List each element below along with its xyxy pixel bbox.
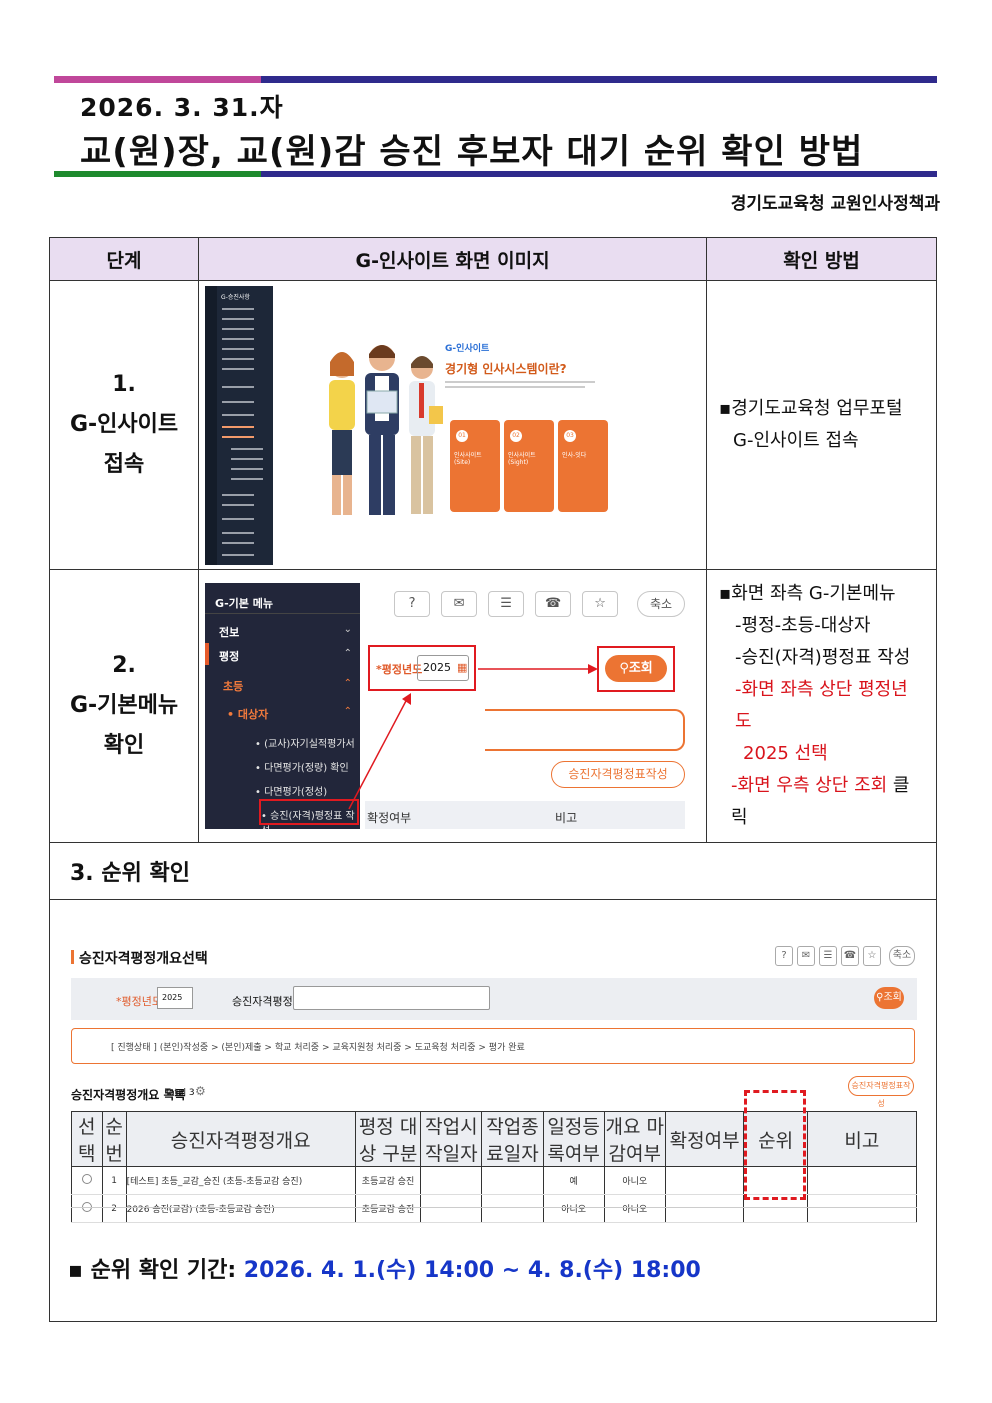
- top-rule: [54, 76, 937, 83]
- step2-screenshot: G-기본 메뉴 전보 ⌄ 평정 ⌃ 초등 ⌃ • 대상자 ⌃ • (교사)자기실적평가서…: [198, 569, 708, 843]
- column-header: 선택: [71, 1111, 103, 1167]
- column-header: 평정 대상 구분: [354, 1111, 422, 1167]
- calendar-icon: ▦: [457, 661, 468, 674]
- column-header: 일정등록여부: [542, 1111, 605, 1167]
- col-method: 확인 방법: [706, 237, 937, 281]
- basic-menu: G-기본 메뉴 전보 ⌄ 평정 ⌃ 초등 ⌃ • 대상자 ⌃ • (교사)자기실적평가서…: [205, 583, 361, 829]
- step2-label: 2. G-기본메뉴 확인: [48, 569, 200, 843]
- sidebar-menu: G-승진사항: [205, 285, 274, 565]
- page-title: 승진자격평정개요선택: [79, 951, 208, 967]
- row-radio[interactable]: [71, 1194, 103, 1223]
- phone-icon[interactable]: ☎: [535, 591, 572, 617]
- intro-panel: G-인사이트 경기형 인사시스템이란?: [445, 341, 615, 388]
- guide-table: 단계 G-인사이트 화면 이미지 확인 방법 1. G-인사이트 접속 G-승진…: [48, 237, 937, 1322]
- document-icon[interactable]: ☰: [819, 946, 837, 966]
- table-cell: 초등교감 승진: [354, 1194, 422, 1223]
- column-header: 작업종료일자: [481, 1111, 544, 1167]
- table-cell: [420, 1166, 483, 1195]
- table-cell: 초등교감 승진: [354, 1166, 422, 1195]
- search-button[interactable]: ⚲조회: [874, 987, 904, 1009]
- step1-screenshot: G-승진사항 G-인사이트 경기형 인사시스템이란? 01 인사사이트(Site…: [198, 280, 708, 570]
- phone-icon[interactable]: ☎: [841, 946, 859, 966]
- column-header: 순번: [101, 1111, 127, 1167]
- card-site: 01 인사사이트(Site): [450, 419, 501, 512]
- table-cell: 아니오: [603, 1166, 666, 1195]
- table-cell: 1: [101, 1166, 127, 1195]
- help-icon[interactable]: ?: [775, 946, 793, 966]
- card-sight: 02 인사사이트(Sight): [504, 419, 555, 512]
- step3-screenshot: 승진자격평정개요선택 ? ✉ ☰ ☎ ☆ 축소 *평정년도 2025 승진자격평…: [71, 924, 921, 1230]
- bottom-rule: [54, 171, 937, 177]
- rank-highlight: [744, 1090, 806, 1200]
- write-sheet-button[interactable]: 승진자격평정표작성: [848, 1076, 914, 1108]
- document-title: 교(원)장, 교(원)감 승진 후보자 대기 순위 확인 방법: [80, 132, 864, 172]
- department-name: 경기도교육청 교원인사정책과: [730, 194, 940, 214]
- document-icon[interactable]: ☰: [488, 591, 525, 617]
- star-icon[interactable]: ☆: [582, 591, 619, 617]
- people-illustration: [329, 344, 444, 515]
- column-header: 개요 마감여부: [603, 1111, 666, 1167]
- column-header: 승진자격평정개요: [125, 1111, 356, 1167]
- summary-input[interactable]: [293, 986, 490, 1010]
- star-icon[interactable]: ☆: [863, 946, 881, 966]
- table-cell: [테스트] 초등_교감_승진 (초등-초등교감 승진): [125, 1166, 356, 1195]
- row-radio[interactable]: [71, 1166, 103, 1195]
- chat-icon[interactable]: ✉: [797, 946, 815, 966]
- table-cell: [806, 1194, 918, 1223]
- table-cell: [664, 1194, 745, 1223]
- step1-label: 1. G-인사이트 접속: [48, 280, 200, 570]
- table-cell: [806, 1166, 918, 1195]
- col-image: G-인사이트 화면 이미지: [198, 237, 708, 281]
- table-cell: [420, 1194, 483, 1223]
- table-cell: 2026 승진(교감) (초등-초등교감 승진): [125, 1194, 356, 1223]
- table-cell: [481, 1166, 544, 1195]
- column-header: 비고: [806, 1111, 918, 1167]
- step3-content: 승진자격평정개요선택 ? ✉ ☰ ☎ ☆ 축소 *평정년도 2025 승진자격평…: [49, 899, 937, 1322]
- write-sheet-button[interactable]: 승진자격평정표작성: [551, 761, 686, 788]
- card-connect: 03 인사-잇다: [558, 419, 609, 512]
- table-cell: 아니오: [603, 1194, 666, 1223]
- progress-status: [ 진행상태 ] (본인)작성중 > (본인)제출 > 학교 처리중 > 교육지…: [111, 1043, 525, 1053]
- help-icon[interactable]: ?: [394, 591, 431, 617]
- col-step: 단계: [48, 237, 200, 281]
- table-cell: [481, 1194, 544, 1223]
- shrink-button[interactable]: 축소: [637, 591, 686, 617]
- year-select[interactable]: 2025: [157, 987, 193, 1009]
- gear-icon[interactable]: ⚙: [195, 1084, 206, 1098]
- shrink-button[interactable]: 축소: [889, 946, 915, 966]
- step2-method: ▪화면 좌측 G-기본메뉴 -평정-초등-대상자 -승진(자격)평정표 작성 -…: [706, 569, 937, 843]
- step1-method: ▪경기도교육청 업무포털 G-인사이트 접속: [706, 280, 937, 570]
- table-cell: 2: [101, 1194, 127, 1223]
- table-cell: 예: [542, 1166, 605, 1195]
- step3-heading: 3. 순위 확인: [49, 842, 937, 900]
- chat-icon[interactable]: ✉: [441, 591, 478, 617]
- table-cell: 아니오: [542, 1194, 605, 1223]
- table-cell: [664, 1166, 745, 1195]
- period-line: ▪ 순위 확인 기간: 2026. 4. 1.(수) 14:00 ~ 4. 8.…: [68, 1258, 701, 1283]
- search-button[interactable]: ⚲조회: [605, 655, 668, 682]
- document-date: 2026. 3. 31.자: [80, 93, 284, 122]
- column-header: 확정여부: [664, 1111, 745, 1167]
- column-header: 작업시작일자: [420, 1111, 483, 1167]
